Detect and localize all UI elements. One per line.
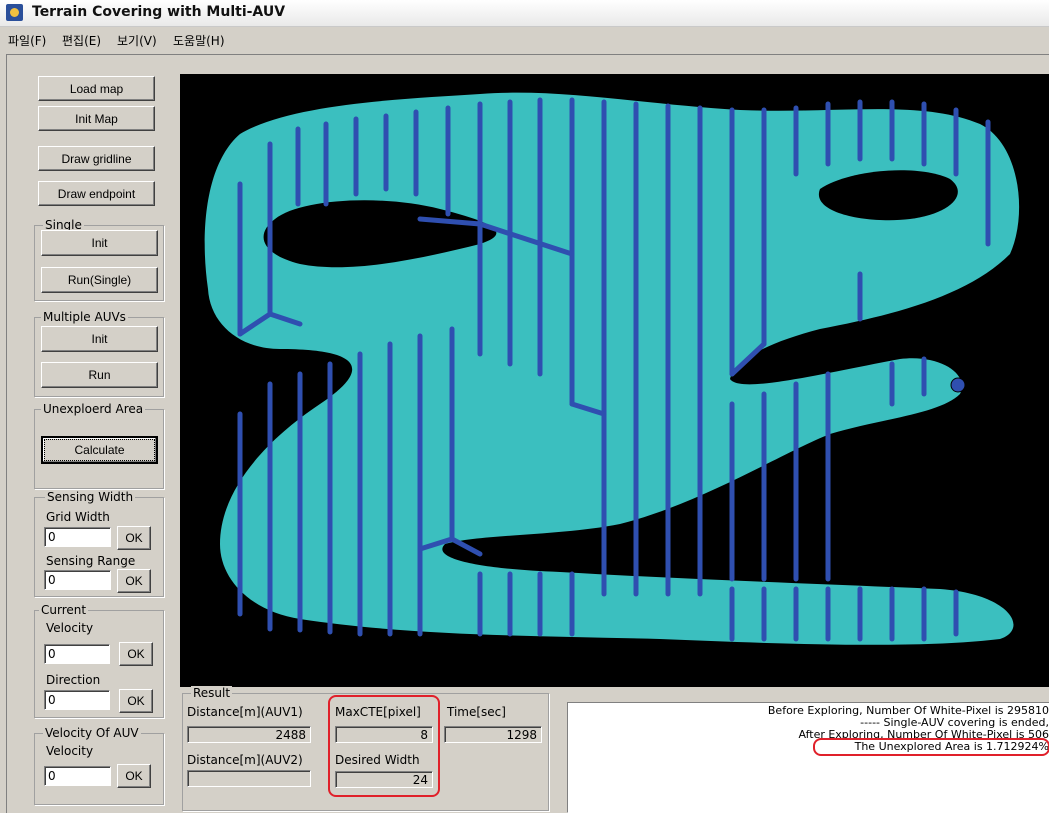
auv-velocity-ok-button[interactable]: OK [117, 764, 151, 788]
main-panel: Load map Init Map Draw gridline Draw end… [6, 54, 1049, 813]
output-log[interactable]: Before Exploring, Number Of White-Pixel … [567, 702, 1049, 813]
auv-velocity-input[interactable]: 0 [44, 766, 111, 786]
time-label: Time[sec] [447, 705, 506, 719]
current-velocity-label: Velocity [46, 621, 94, 635]
multi-auv-group-label: Multiple AUVs [41, 310, 128, 324]
title-bar[interactable]: Terrain Covering with Multi-AUV [0, 0, 1049, 27]
draw-endpoint-button[interactable]: Draw endpoint [38, 181, 155, 206]
auv-velocity-label: Velocity [46, 744, 94, 758]
window-title: Terrain Covering with Multi-AUV [32, 4, 286, 20]
terrain-map-svg [204, 92, 1020, 645]
multi-run-button[interactable]: Run [41, 362, 158, 388]
unexplored-area-group-label: Unexploerd Area [41, 402, 146, 416]
maxcte-highlight [328, 695, 440, 797]
menu-bar: 파일(F) 편집(E) 보기(V) 도움말(H) [0, 28, 1049, 52]
sensing-range-label: Sensing Range [46, 554, 136, 568]
distance-auv1-field: 2488 [187, 726, 311, 743]
auv-marker [950, 377, 966, 393]
terrain-map-canvas[interactable] [180, 74, 1049, 687]
distance-auv2-label: Distance[m](AUV2) [187, 753, 303, 767]
current-group-label: Current [39, 603, 89, 617]
direction-input[interactable]: 0 [44, 690, 110, 710]
auv-velocity-group-label: Velocity Of AUV [43, 726, 141, 740]
calculate-button[interactable]: Calculate [41, 436, 158, 464]
grid-width-ok-button[interactable]: OK [117, 526, 151, 550]
direction-ok-button[interactable]: OK [119, 689, 153, 713]
current-velocity-input[interactable]: 0 [44, 644, 110, 664]
init-map-button[interactable]: Init Map [38, 106, 155, 131]
direction-label: Direction [46, 673, 101, 687]
sensing-range-ok-button[interactable]: OK [117, 569, 151, 593]
multi-init-button[interactable]: Init [41, 326, 158, 352]
current-velocity-ok-button[interactable]: OK [119, 642, 153, 666]
unexplored-area-highlight [813, 738, 1049, 756]
load-map-button[interactable]: Load map [38, 76, 155, 101]
menu-file[interactable]: 파일(F) [8, 32, 46, 49]
draw-gridline-button[interactable]: Draw gridline [38, 146, 155, 171]
menu-view[interactable]: 보기(V) [117, 32, 157, 49]
menu-edit[interactable]: 편집(E) [62, 32, 101, 49]
app-icon [6, 4, 23, 21]
distance-auv1-label: Distance[m](AUV1) [187, 705, 303, 719]
grid-width-input[interactable]: 0 [44, 527, 111, 547]
distance-auv2-field [187, 770, 311, 787]
sensing-width-group-label: Sensing Width [45, 490, 136, 504]
single-init-button[interactable]: Init [41, 230, 158, 256]
grid-width-label: Grid Width [46, 510, 110, 524]
time-field: 1298 [444, 726, 542, 743]
sensing-range-input[interactable]: 0 [44, 570, 111, 590]
run-single-button[interactable]: Run(Single) [41, 267, 158, 293]
result-group-label: Result [191, 686, 233, 700]
menu-help[interactable]: 도움말(H) [173, 32, 225, 49]
